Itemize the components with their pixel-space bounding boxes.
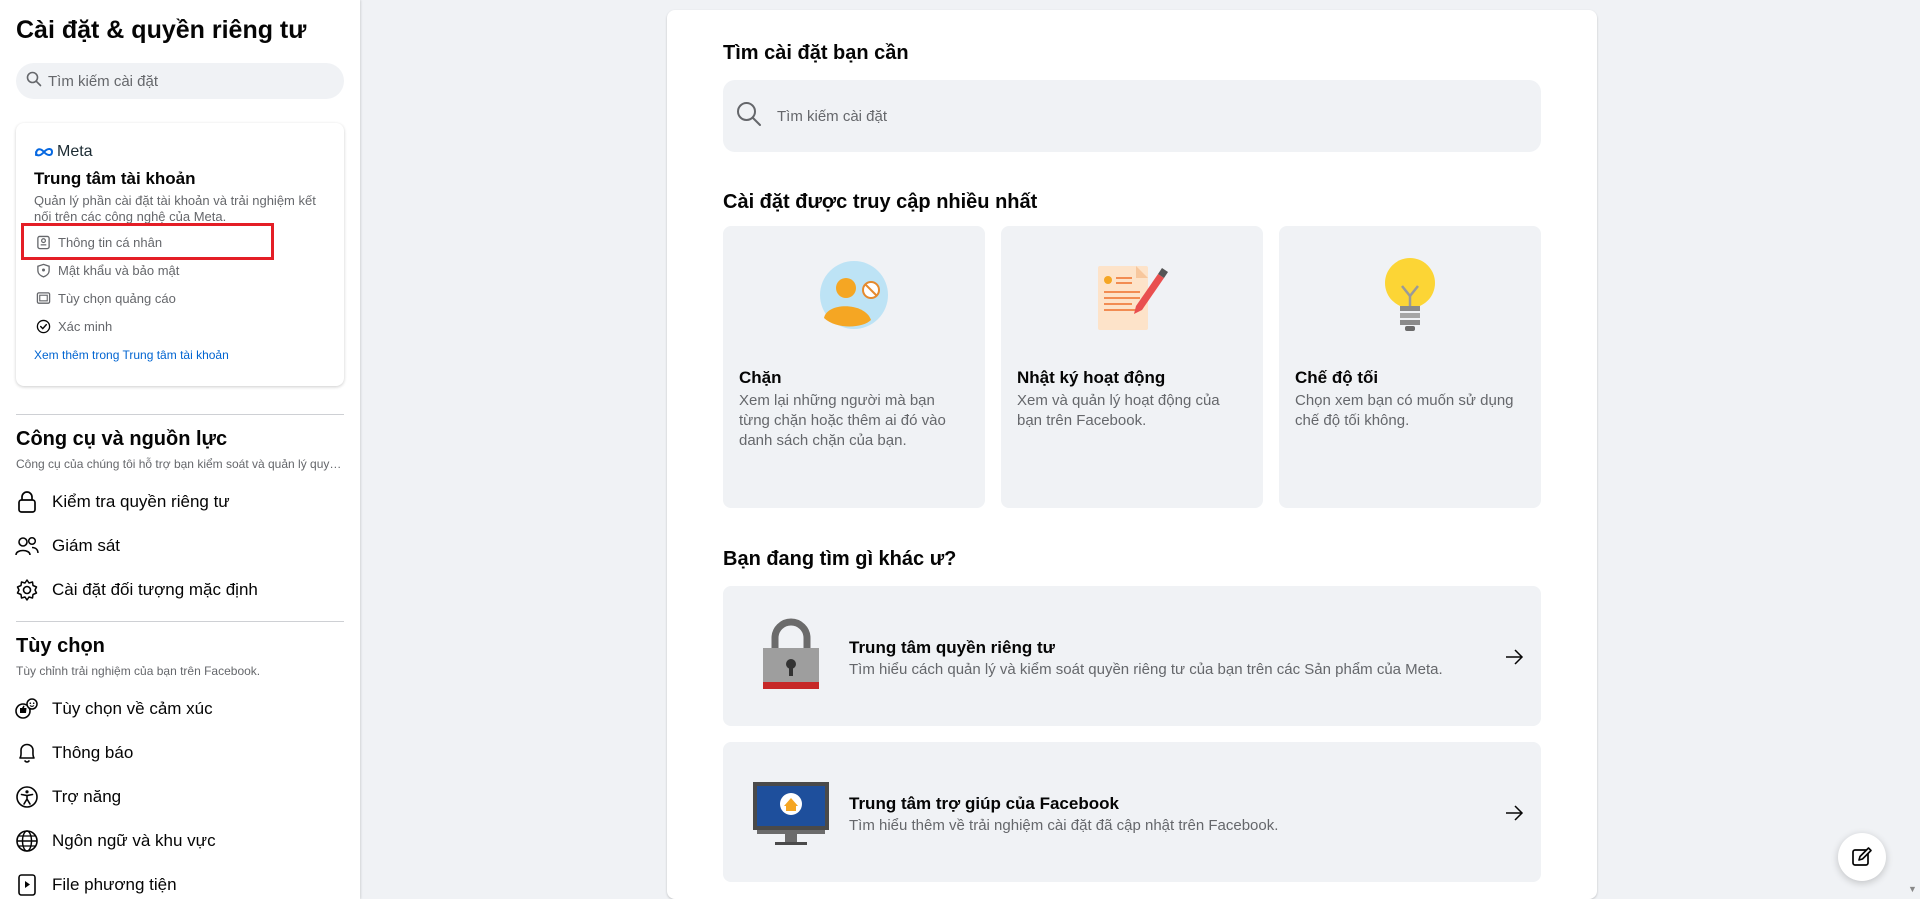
card-description: Xem và quản lý hoạt động của bạn trên Fa… xyxy=(1017,392,1220,429)
card-activity-log[interactable]: Nhật ký hoạt động Xem và quản lý hoạt độ… xyxy=(1001,226,1263,508)
reactions-icon xyxy=(14,696,40,722)
scroll-down-arrow-icon[interactable]: ▼ xyxy=(1908,884,1918,894)
media-file-icon xyxy=(14,872,40,898)
computer-monitor-illustration-icon xyxy=(753,782,829,845)
options-section-subtitle: Tùy chỉnh trải nghiệm của bạn trên Faceb… xyxy=(16,664,261,678)
verified-check-icon xyxy=(34,317,52,335)
accounts-item-label: Xác minh xyxy=(58,318,113,334)
card-description: Xem lại những người mà bạn từng chặn hoặ… xyxy=(739,392,946,449)
accounts-item-password-security[interactable]: Mật khẩu và bảo mật xyxy=(34,256,179,284)
tools-section-subtitle: Công cụ của chúng tôi hỗ trợ bạn kiểm so… xyxy=(16,457,346,471)
most-visited-heading: Cài đặt được truy cập nhiều nhất xyxy=(723,191,1038,213)
link-title: Trung tâm quyền riêng tư xyxy=(849,638,1055,657)
blocking-illustration-icon xyxy=(820,261,888,329)
nav-item-label: Thông báo xyxy=(52,743,134,762)
accounts-item-ad-preferences[interactable]: Tùy chọn quảng cáo xyxy=(34,284,179,312)
nav-item-label: Ngôn ngữ và khu vực xyxy=(52,831,216,850)
search-icon xyxy=(735,100,763,133)
link-title: Trung tâm trợ giúp của Facebook xyxy=(849,794,1119,813)
sidebar-item-supervision[interactable]: Giám sát xyxy=(14,531,120,561)
main-search[interactable] xyxy=(723,80,1541,152)
compose-button[interactable] xyxy=(1838,833,1886,881)
sidebar-item-accessibility[interactable]: Trợ năng xyxy=(14,782,121,812)
activity-log-illustration-icon xyxy=(1098,266,1168,330)
lightbulb-illustration-icon xyxy=(1385,258,1435,331)
sidebar-item-reaction-preferences[interactable]: Tùy chọn về cảm xúc xyxy=(14,694,213,724)
sidebar-divider xyxy=(16,414,344,415)
padlock-illustration-icon xyxy=(763,618,819,689)
search-icon xyxy=(26,71,42,92)
meta-logo: Meta xyxy=(34,143,93,161)
accounts-item-verification[interactable]: Xác minh xyxy=(34,312,179,340)
options-section-title: Tùy chọn xyxy=(16,635,105,657)
arrow-right-icon xyxy=(1506,649,1524,665)
accessibility-icon xyxy=(14,784,40,810)
bell-icon xyxy=(14,740,40,766)
tools-section-title: Công cụ và nguồn lực xyxy=(16,428,228,450)
card-title: Chặn xyxy=(739,368,782,387)
link-description: Tìm hiểu cách quản lý và kiểm soát quyền… xyxy=(849,661,1443,678)
edit-icon xyxy=(1852,847,1872,866)
card-description: Chọn xem bạn có muốn sử dụng chế độ tối … xyxy=(1295,392,1514,429)
sidebar-item-notifications[interactable]: Thông báo xyxy=(14,738,133,768)
main-search-input[interactable] xyxy=(777,107,1477,125)
highlight-annotation-box xyxy=(21,223,274,260)
nav-item-label: Trợ năng xyxy=(52,787,122,806)
card-blocking[interactable]: Chặn Xem lại những người mà bạn từng chặ… xyxy=(723,226,985,508)
meta-infinity-icon xyxy=(35,148,54,157)
monitor-icon xyxy=(34,289,52,307)
settings-sidebar: Cài đặt & quyền riêng tư Meta Trung tâm … xyxy=(0,0,360,899)
sidebar-item-language-region[interactable]: Ngôn ngữ và khu vực xyxy=(14,826,216,856)
sidebar-search[interactable] xyxy=(16,63,344,99)
sidebar-item-privacy-checkup[interactable]: Kiểm tra quyền riêng tư xyxy=(14,487,230,517)
nav-item-label: Tùy chọn về cảm xúc xyxy=(52,699,213,718)
lock-icon xyxy=(14,489,40,515)
gear-icon xyxy=(14,577,40,603)
globe-icon xyxy=(14,828,40,854)
nav-item-label: Cài đặt đối tượng mặc định xyxy=(52,580,258,599)
sidebar-item-default-audience[interactable]: Cài đặt đối tượng mặc định xyxy=(14,575,258,605)
accounts-item-label: Tùy chọn quảng cáo xyxy=(58,290,176,306)
settings-main-panel: Tìm cài đặt bạn cần Cài đặt được truy cậ… xyxy=(667,10,1597,899)
search-heading: Tìm cài đặt bạn cần xyxy=(723,42,909,64)
card-title: Chế độ tối xyxy=(1295,368,1379,387)
sidebar-divider xyxy=(16,621,344,622)
link-privacy-center[interactable]: Trung tâm quyền riêng tư Tìm hiểu cách q… xyxy=(723,586,1541,726)
accounts-center-description: Quản lý phần cài đặt tài khoản và trải n… xyxy=(34,193,316,224)
accounts-center-see-more-link[interactable]: Xem thêm trong Trung tâm tài khoản xyxy=(34,348,229,362)
other-heading: Bạn đang tìm gì khác ư? xyxy=(723,548,957,570)
link-description: Tìm hiểu thêm về trải nghiệm cài đặt đã … xyxy=(849,817,1279,834)
meta-logo-text: Meta xyxy=(57,143,93,160)
nav-item-label: Giám sát xyxy=(52,536,121,555)
arrow-right-icon xyxy=(1506,805,1524,821)
card-dark-mode[interactable]: Chế độ tối Chọn xem bạn có muốn sử dụng … xyxy=(1279,226,1541,508)
shield-icon xyxy=(34,261,52,279)
people-icon xyxy=(14,533,40,559)
accounts-center-title: Trung tâm tài khoản xyxy=(34,169,196,188)
link-help-center[interactable]: Trung tâm trợ giúp của Facebook Tìm hiểu… xyxy=(723,742,1541,882)
sidebar-search-input[interactable] xyxy=(48,72,328,90)
nav-item-label: File phương tiện xyxy=(52,875,177,894)
sidebar-title: Cài đặt & quyền riêng tư xyxy=(16,16,307,44)
card-title: Nhật ký hoạt động xyxy=(1017,368,1166,387)
sidebar-item-media-files[interactable]: File phương tiện xyxy=(14,870,177,899)
nav-item-label: Kiểm tra quyền riêng tư xyxy=(52,492,230,511)
accounts-item-label: Mật khẩu và bảo mật xyxy=(58,262,180,278)
